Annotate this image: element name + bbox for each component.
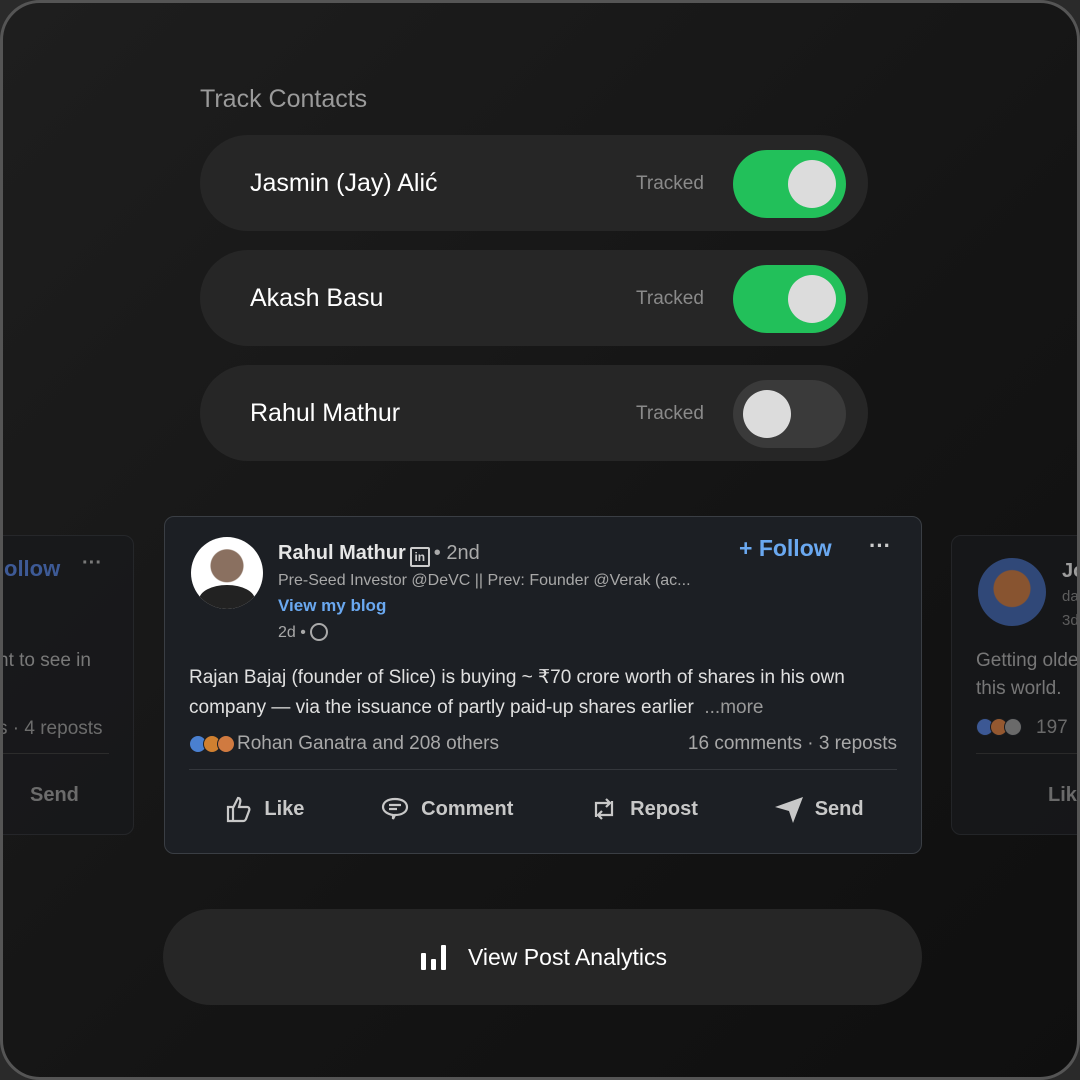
post-text: nt to see in xyxy=(0,650,91,671)
author-avatar[interactable] xyxy=(191,537,263,609)
post-text: Getting olde xyxy=(976,650,1079,671)
contact-row: Rahul Mathur Tracked xyxy=(200,365,868,461)
contact-name: Jasmin (Jay) Alić xyxy=(250,169,438,197)
author-name[interactable]: Rahul Mathur in • 2nd xyxy=(278,542,480,567)
send-button[interactable]: Send xyxy=(30,784,79,807)
toggle-knob xyxy=(743,390,791,438)
post-card-right: Jo dai 3d Getting olde this world. 197 L… xyxy=(951,535,1079,835)
follow-button[interactable]: + Follow xyxy=(739,535,832,562)
follow-button[interactable]: ollow xyxy=(4,556,60,582)
like-button[interactable]: Like xyxy=(1048,784,1077,807)
connection-degree: • 2nd xyxy=(433,542,480,564)
reactions-summary[interactable]: Rohan Ganatra and 208 others xyxy=(189,733,499,755)
like-button[interactable]: Like xyxy=(222,793,304,825)
see-more-link[interactable]: ...more xyxy=(704,697,763,718)
view-post-analytics-button[interactable]: View Post Analytics xyxy=(163,909,922,1005)
post-time: 3d xyxy=(1062,612,1079,629)
repost-button[interactable]: Repost xyxy=(588,793,698,825)
post-text: Rajan Bajaj (founder of Slice) is buying… xyxy=(189,667,845,718)
author-name[interactable]: Jo xyxy=(1062,560,1077,583)
window: Track Contacts Jasmin (Jay) Alić Tracked… xyxy=(0,0,1080,1080)
post-card-left: ollow ··· nt to see in s · 4 reposts Sen… xyxy=(0,535,134,835)
bar-chart-icon xyxy=(420,945,446,970)
tracked-toggle[interactable] xyxy=(733,150,846,218)
comment-button[interactable]: Comment xyxy=(379,793,513,825)
thumbs-up-icon xyxy=(227,796,251,823)
more-menu-icon[interactable]: ··· xyxy=(82,552,102,575)
contact-name: Akash Basu xyxy=(250,284,384,312)
post-stats: s · 4 reposts xyxy=(0,718,103,739)
tracked-label: Tracked xyxy=(636,288,704,309)
more-menu-icon[interactable]: ··· xyxy=(869,533,891,559)
divider xyxy=(976,753,1077,754)
divider xyxy=(3,753,109,754)
author-headline: Pre-Seed Investor @DeVC || Prev: Founder… xyxy=(278,572,691,589)
repost-icon xyxy=(595,798,614,820)
avatar xyxy=(978,558,1046,626)
comment-icon xyxy=(382,797,409,820)
reaction-icons xyxy=(189,735,235,753)
author-headline: dai xyxy=(1062,588,1079,605)
send-icon xyxy=(774,797,803,823)
send-button[interactable]: Send xyxy=(773,793,864,825)
toggle-knob xyxy=(788,275,836,323)
post-time: 2d • xyxy=(278,623,329,642)
post-text: this world. xyxy=(976,678,1062,699)
reaction-icons xyxy=(976,718,1022,736)
linkedin-icon: in xyxy=(409,547,430,567)
reaction-count: 197 xyxy=(1036,717,1068,738)
tracked-label: Tracked xyxy=(636,173,704,194)
post-stats[interactable]: 16 comments · 3 reposts xyxy=(688,733,897,755)
reactions-text: Rohan Ganatra and 208 others xyxy=(237,733,499,754)
button-label: View Post Analytics xyxy=(467,943,667,970)
globe-icon xyxy=(310,623,329,641)
tracked-label: Tracked xyxy=(636,403,704,424)
post-card: Rahul Mathur in • 2nd Pre-Seed Investor @D… xyxy=(164,516,922,854)
divider xyxy=(189,769,897,770)
contact-row: Akash Basu Tracked xyxy=(200,250,868,346)
toggle-knob xyxy=(788,160,836,208)
blog-link[interactable]: View my blog xyxy=(278,596,386,616)
contact-row: Jasmin (Jay) Alić Tracked xyxy=(200,135,868,231)
section-title: Track Contacts xyxy=(200,85,368,113)
tracked-toggle[interactable] xyxy=(733,265,846,333)
tracked-toggle[interactable] xyxy=(733,380,846,448)
contact-name: Rahul Mathur xyxy=(250,399,401,427)
